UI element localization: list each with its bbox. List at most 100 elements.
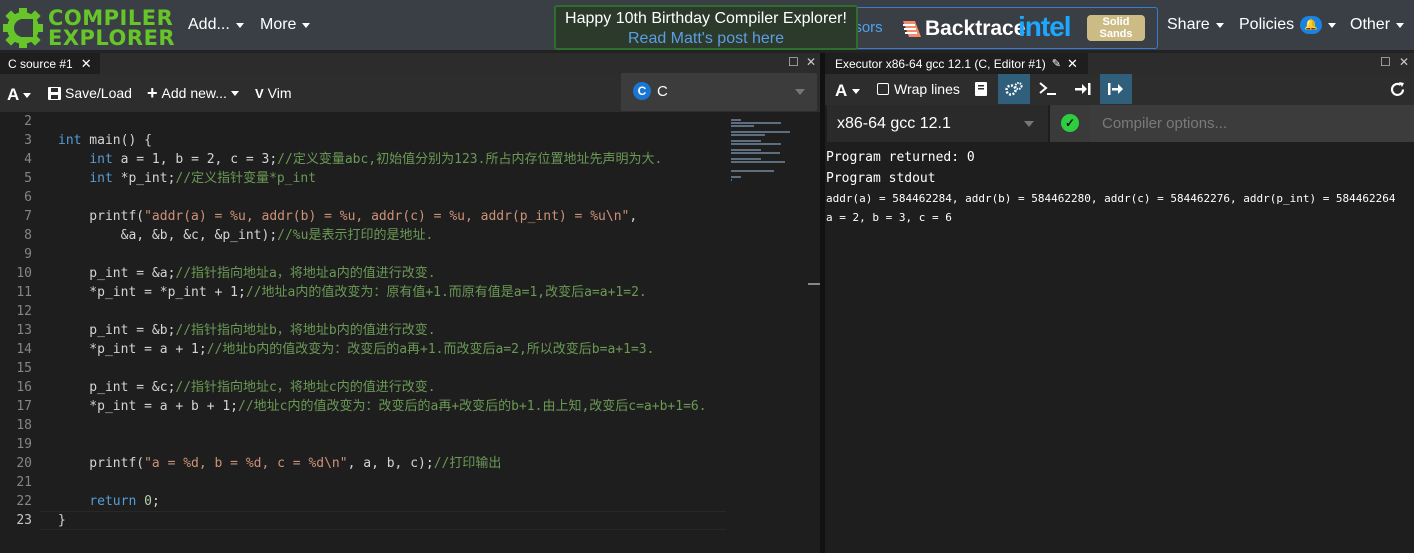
edit-pencil-icon[interactable]: ✎ — [1052, 57, 1061, 70]
code-comment: //定义变量abc,初始值分别为123.所占内存位置地址先声明为大. — [277, 152, 663, 167]
minimap-line — [731, 131, 791, 133]
code-string: "a = %d, b = %d, c = %d\n" — [144, 456, 348, 471]
maximize-icon[interactable]: ☐ — [1380, 55, 1391, 69]
add-menu[interactable]: Add... — [188, 16, 244, 34]
add-menu-label: Add... — [188, 16, 230, 33]
code-content[interactable]: int main() { int a = 1, b = 2, c = 3;//定… — [58, 112, 738, 530]
terminal-icon[interactable] — [1032, 74, 1064, 104]
gear-logo-icon — [3, 8, 43, 48]
refresh-icon[interactable] — [1381, 74, 1413, 104]
intel-sponsor[interactable]: intel — [1018, 11, 1072, 43]
wrap-lines-toggle[interactable]: Wrap lines — [877, 81, 960, 97]
tab-executor[interactable]: Executor x86-64 gcc 12.1 (C, Editor #1) … — [825, 53, 1088, 74]
code-text: *p_int = a + b + 1; — [58, 399, 239, 414]
check-circle-icon: ✓ — [1061, 114, 1079, 132]
caret-down-icon — [23, 92, 32, 98]
code-line: p_int = &b;//指针指向地址b，将地址b内的值进行改变. — [58, 321, 738, 340]
chevron-down-icon — [795, 89, 805, 95]
code-line: int main() { — [58, 131, 738, 150]
tab-c-source[interactable]: C source #1 ✕ — [0, 53, 100, 74]
app-window: COMPILER EXPLORER Add... More nsors Back… — [0, 0, 1414, 553]
font-size-dropdown[interactable]: A — [835, 81, 861, 101]
compiler-options-input[interactable] — [1090, 105, 1390, 142]
code-comment: //指针指向地址b，将地址b内的值进行改变. — [175, 323, 436, 338]
line-number: 2 — [24, 114, 32, 129]
minimap[interactable] — [731, 112, 807, 553]
code-text: ; — [151, 494, 160, 509]
compiler-explorer-logo[interactable]: COMPILER EXPLORER — [2, 5, 175, 51]
vertical-scrollbar[interactable] — [806, 112, 820, 553]
language-label: C — [657, 83, 668, 100]
minimap-line — [731, 152, 780, 154]
line-number: 5 — [24, 171, 32, 186]
executor-toolbar: A Wrap lines — [825, 74, 1414, 105]
minimap-line — [731, 143, 781, 145]
minimap-line — [731, 140, 761, 142]
close-pane-icon[interactable]: ✕ — [806, 55, 816, 69]
code-line: int *p_int;//定义指针变量*p_int — [58, 169, 738, 188]
notebook-icon[interactable] — [965, 74, 997, 104]
line-number: 13 — [16, 323, 32, 338]
line-number: 18 — [16, 418, 32, 433]
line-number: 10 — [16, 266, 32, 281]
code-text: , a, b, c); — [347, 456, 434, 471]
line-number: 9 — [24, 247, 32, 262]
maximize-icon[interactable]: ☐ — [788, 55, 799, 69]
more-menu[interactable]: More — [260, 16, 311, 34]
stdout-line: addr(a) = 584462284, addr(b) = 584462280… — [826, 192, 1396, 205]
code-text: printf( — [58, 456, 145, 471]
share-menu[interactable]: Share — [1167, 16, 1224, 34]
compiler-select[interactable]: x86-64 gcc 12.1 — [827, 105, 1048, 142]
scroll-marker — [808, 283, 820, 285]
execution-output: Program returned: 0 Program stdout addr(… — [826, 147, 1414, 227]
language-select[interactable]: C C — [621, 73, 817, 111]
checkbox-icon[interactable] — [877, 83, 889, 95]
stdout-line: a = 2, b = 3, c = 6 — [826, 211, 952, 224]
sign-in-icon[interactable] — [1067, 74, 1099, 104]
line-number-gutter: 2 3 4 5 6 7 8 9 10 11 12 13 14 15 16 17 18 19 20 21 22 23 — [0, 112, 40, 530]
line-number: 17 — [16, 399, 32, 414]
close-icon[interactable]: ✕ — [81, 56, 92, 72]
backtrace-sponsor[interactable]: Backtrace — [901, 17, 1025, 41]
sponsors-box[interactable]: nsors Backtrace intel Solid Sands — [846, 7, 1158, 49]
code-editor[interactable]: 2 3 4 5 6 7 8 9 10 11 12 13 14 15 16 17 18 19 20 21 22 23 int… — [0, 112, 820, 553]
save-icon — [48, 86, 61, 100]
code-text: } — [58, 513, 66, 528]
line-number: 4 — [24, 152, 32, 167]
other-menu[interactable]: Other — [1350, 16, 1405, 34]
add-new-dropdown[interactable]: + Add new... — [147, 83, 239, 103]
close-icon[interactable]: ✕ — [1067, 56, 1078, 72]
minimap-line — [731, 134, 765, 136]
plus-icon: + — [147, 83, 158, 103]
sign-out-icon[interactable] — [1100, 74, 1132, 104]
policies-menu-label: Policies — [1239, 16, 1295, 33]
program-returned: Program returned: 0 — [826, 150, 975, 165]
code-text: *p_int = a + 1; — [58, 342, 207, 357]
solid-sands-sponsor[interactable]: Solid Sands — [1087, 15, 1145, 41]
executor-pane: Executor x86-64 gcc 12.1 (C, Editor #1) … — [825, 53, 1414, 553]
minimap-line — [731, 125, 755, 127]
save-load-button[interactable]: Save/Load — [48, 85, 132, 101]
code-line: *p_int = *p_int + 1;//地址a内的值改变为：原有值+1.而原… — [58, 283, 738, 302]
add-new-label: Add new... — [161, 85, 227, 101]
compile-status[interactable]: ✓ — [1050, 105, 1090, 142]
code-keyword: int — [58, 133, 82, 148]
solid-sands-line-2: Sands — [1099, 28, 1133, 40]
cogs-icon[interactable] — [998, 74, 1030, 104]
banner-link[interactable]: Read Matt's post here — [556, 30, 856, 48]
minimap-line — [731, 158, 761, 160]
policies-menu[interactable]: Policies 🔔 — [1239, 16, 1337, 34]
vim-toggle[interactable]: V Vim — [255, 85, 292, 101]
font-size-dropdown[interactable]: A — [7, 85, 32, 105]
compiler-options-field[interactable] — [1090, 105, 1414, 142]
code-text: p_int = &a; — [58, 266, 176, 281]
close-pane-icon[interactable]: ✕ — [1399, 55, 1409, 69]
code-comment: //指针指向地址c，将地址c内的值进行改变. — [175, 380, 436, 395]
